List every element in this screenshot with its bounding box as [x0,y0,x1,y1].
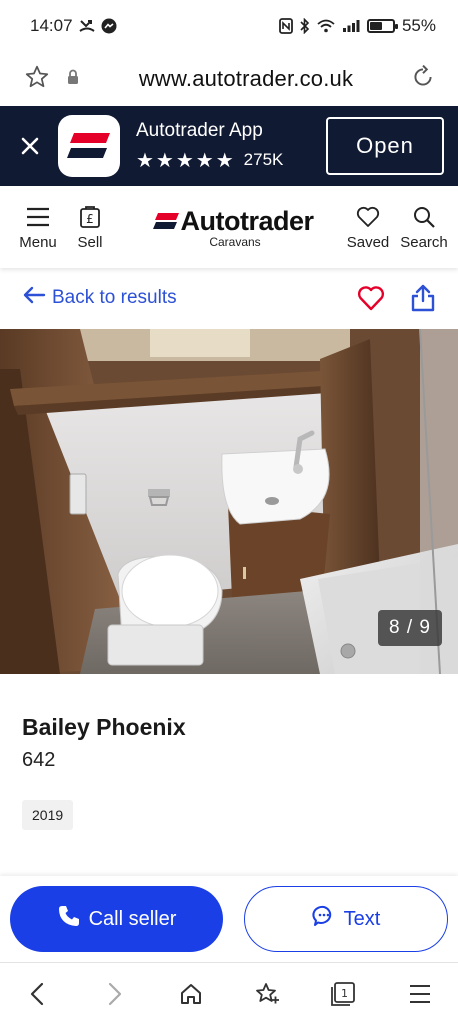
back-icon[interactable] [18,974,58,1014]
back-arrow-icon [22,286,46,310]
favourites-icon[interactable] [247,974,287,1014]
text-seller-button[interactable]: Text [244,886,448,952]
browser-url-bar: www.autotrader.co.uk [0,52,458,106]
logo-row: Autotrader [152,205,314,237]
back-label: Back to results [52,287,177,308]
logo-text: Autotrader [180,205,314,236]
logo-subtitle: Caravans [209,234,261,249]
sell-label: Sell [77,233,103,251]
menu-label: Menu [19,233,57,251]
home-icon[interactable] [171,974,211,1014]
menu-button[interactable]: Menu [12,204,64,251]
listing-details: Bailey Phoenix 642 2019 [0,674,458,830]
phone-icon [57,904,81,934]
url-text[interactable]: www.autotrader.co.uk [92,66,400,92]
open-app-button[interactable]: Open [326,117,444,175]
tabs-icon[interactable]: 1 [323,974,363,1014]
sell-button[interactable]: £ Sell [64,204,116,251]
search-button[interactable]: Search [398,204,450,251]
search-icon [412,204,436,230]
close-icon[interactable] [14,130,46,162]
listing-photo[interactable]: 8 / 9 [0,329,458,674]
bluetooth-icon [300,18,310,34]
status-left: 14:07 [30,16,117,36]
autotrader-logo[interactable]: Autotrader Caravans [124,206,342,249]
saved-label: Saved [346,233,390,251]
site-header: Menu £ Sell Autotrader Caravans Saved Se… [0,186,458,268]
app-install-banner: Autotrader App ★★★★★ 275K Open [0,106,458,186]
missed-call-icon [78,19,95,33]
app-name: Autotrader App [136,119,263,141]
hamburger-icon [26,204,50,230]
lock-icon [66,69,92,90]
listing-model: 642 [22,749,56,771]
bookmark-star-icon[interactable] [24,64,54,95]
signal-icon [342,19,360,33]
contact-seller-bar: Call seller Text [0,876,458,962]
call-seller-button[interactable]: Call seller [10,886,223,952]
messenger-icon [101,18,117,34]
menu-icon[interactable] [400,974,440,1014]
photo-counter: 8 / 9 [378,610,442,646]
chat-bubble-icon [312,904,336,934]
logo-mark-icon [153,213,180,229]
battery-percent: 55% [401,16,436,35]
listing-actions-row: Back to results [0,268,458,328]
search-label: Search [400,233,448,251]
pound-tag-icon: £ [79,204,101,230]
reload-icon[interactable] [410,64,436,95]
text-label: Text [343,907,381,930]
app-logo [58,115,120,177]
heart-icon[interactable] [354,281,388,315]
saved-button[interactable]: Saved [342,204,394,251]
tab-count: 1 [341,987,348,1000]
wifi-icon [317,19,335,33]
battery-level [369,22,382,30]
call-seller-label: Call seller [88,907,177,930]
listing-title: Bailey Phoenix [22,714,186,740]
review-count: 275K [243,150,284,169]
year-badge: 2019 [22,800,74,830]
status-bar: 14:07 55% [0,0,458,52]
status-time: 14:07 [30,16,73,35]
status-right: 55% [279,16,436,36]
back-to-results-link[interactable]: Back to results [22,286,336,310]
battery-icon [366,19,398,33]
app-rating: ★★★★★ 275K [136,148,326,173]
share-icon[interactable] [406,281,440,315]
app-info: Autotrader App ★★★★★ 275K [136,120,326,173]
svg-text:£: £ [86,212,94,226]
browser-bottom-nav: 1 [0,962,458,1024]
heart-outline-icon [356,204,380,230]
forward-icon[interactable] [94,974,134,1014]
rating-stars: ★★★★★ [136,149,236,172]
nfc-icon [279,18,293,34]
